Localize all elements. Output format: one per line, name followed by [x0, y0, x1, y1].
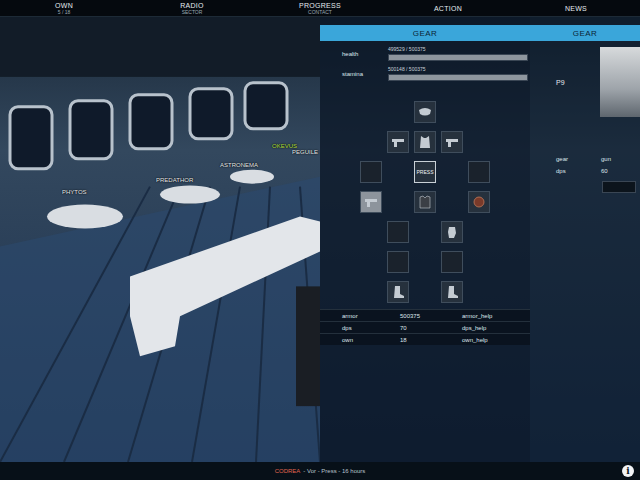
equipment-slot[interactable]	[414, 101, 436, 123]
mask-icon	[417, 104, 433, 120]
vital-label: stamina	[342, 71, 380, 77]
nav-item[interactable]: NEWS	[512, 0, 640, 16]
status-bar: CODREA- Vor - Press - 16 hours i	[0, 462, 640, 480]
nav-item[interactable]: ACTION	[384, 0, 512, 16]
nav-label: ACTION	[434, 5, 462, 12]
gun-icon	[444, 134, 460, 150]
side-label: dps	[556, 168, 601, 174]
press-button[interactable]: PRESS	[414, 161, 436, 183]
vital-bar	[388, 74, 528, 81]
nav-item[interactable]: PROGRESSCONTACT	[256, 0, 384, 16]
item-name: P9	[556, 79, 565, 86]
equipment-slot[interactable]	[441, 221, 463, 243]
equipment-slot[interactable]	[441, 251, 463, 273]
side-row: dps60	[530, 165, 640, 177]
equipment-slot[interactable]	[360, 191, 382, 213]
side-value: gun	[601, 156, 640, 162]
nav-label: RADIO	[180, 2, 204, 9]
player-label[interactable]: PREDATHOR	[156, 177, 193, 183]
boot-icon	[444, 284, 460, 300]
game-scene[interactable]: PHYTOS PREDATHOR ASTRONEMA OKEVUSPEGUILE	[0, 17, 320, 462]
equipment-slot[interactable]	[468, 191, 490, 213]
glove-icon	[444, 224, 460, 240]
vital-reading: 499529 / 500375	[388, 47, 528, 52]
equipment-slot[interactable]	[414, 131, 436, 153]
nav-item[interactable]: OWN5 / 18	[0, 0, 128, 16]
vital-row: stamina 500148 / 500375	[342, 67, 528, 81]
main-area: PHYTOSPREDATHORASTRONEMAOKEVUSPEGUILEGEA…	[0, 17, 640, 462]
side-field[interactable]	[602, 181, 636, 193]
player-label[interactable]: PEGUILE	[292, 149, 318, 155]
vital-reading: 500148 / 500375	[388, 67, 528, 72]
side-row: geargun	[530, 153, 640, 165]
item-picture	[600, 47, 640, 117]
equipment-slot[interactable]	[387, 281, 409, 303]
status-name: CODREA	[275, 468, 301, 474]
nav-label: PROGRESS	[299, 2, 341, 9]
game-screen: OWN5 / 18RADIOSECTORPROGRESSCONTACTACTIO…	[0, 0, 640, 480]
press-label: PRESS	[417, 169, 434, 175]
side-header: GEAR	[530, 25, 640, 41]
stat-label: armor	[342, 313, 400, 319]
player-label[interactable]: ASTRONEMA	[220, 162, 258, 168]
equipment-slot[interactable]	[468, 161, 490, 183]
nav-item[interactable]: RADIOSECTOR	[128, 0, 256, 16]
vitals: health 499529 / 500375 stamina 500148 / 500…	[320, 41, 530, 81]
info-button[interactable]: i	[622, 465, 634, 477]
nav-sub: SECTOR	[182, 10, 203, 15]
vital-meter: 500148 / 500375	[388, 67, 528, 81]
side-rows: geargundps60	[530, 153, 640, 177]
orb-icon	[471, 194, 487, 210]
stat-help[interactable]: armor_help	[462, 313, 530, 319]
lounge-scene-icon	[0, 17, 320, 462]
stat-row: armor500375armor_help	[320, 309, 530, 321]
stat-value: 500375	[400, 313, 462, 319]
jacket-icon	[417, 194, 433, 210]
equipment-slot[interactable]	[441, 281, 463, 303]
nav-sub: 5 / 18	[58, 10, 71, 15]
side-top: P9	[530, 41, 640, 117]
vital-label: health	[342, 51, 380, 57]
stat-label: dps	[342, 325, 400, 331]
nav-sub: CONTACT	[308, 10, 332, 15]
equipment-slot[interactable]	[441, 131, 463, 153]
gear-panel: GEAR health 499529 / 500375 stamina 500148 /…	[320, 17, 530, 462]
stat-row: own18own_help	[320, 333, 530, 345]
side-label: gear	[556, 156, 601, 162]
equipment-slot[interactable]	[387, 221, 409, 243]
status-text: - Vor - Press - 16 hours	[303, 468, 365, 474]
stat-label: own	[342, 337, 400, 343]
stat-value: 70	[400, 325, 462, 331]
stat-help[interactable]: dps_help	[462, 325, 530, 331]
stat-row: dps70dps_help	[320, 321, 530, 333]
gun-icon	[390, 134, 406, 150]
nav-label: OWN	[55, 2, 73, 9]
vital-fill	[389, 55, 527, 60]
boot-icon	[390, 284, 406, 300]
player-label[interactable]: PHYTOS	[62, 189, 87, 195]
equipment-slot[interactable]	[387, 251, 409, 273]
stat-help[interactable]: own_help	[462, 337, 530, 343]
vital-bar	[388, 54, 528, 61]
equipment-slot[interactable]	[360, 161, 382, 183]
stats-table: armor500375armor_helpdps70dps_helpown18o…	[320, 309, 530, 345]
stat-value: 18	[400, 337, 462, 343]
gear-header: GEAR	[320, 25, 530, 41]
side-value: 60	[601, 168, 640, 174]
vest-icon	[417, 134, 433, 150]
vital-meter: 499529 / 500375	[388, 47, 528, 61]
equipment-slot[interactable]	[387, 131, 409, 153]
top-nav: OWN5 / 18RADIOSECTORPROGRESSCONTACTACTIO…	[0, 0, 640, 17]
vital-fill	[389, 75, 527, 80]
vital-row: health 499529 / 500375	[342, 47, 528, 61]
nav-label: NEWS	[565, 5, 587, 12]
side-panel: GEARP9geargundps60	[530, 17, 640, 462]
equipment-grid: PRESS	[320, 101, 530, 303]
player-label[interactable]: OKEVUS	[272, 143, 297, 149]
gun-icon	[363, 194, 379, 210]
equipment-slot[interactable]	[414, 191, 436, 213]
